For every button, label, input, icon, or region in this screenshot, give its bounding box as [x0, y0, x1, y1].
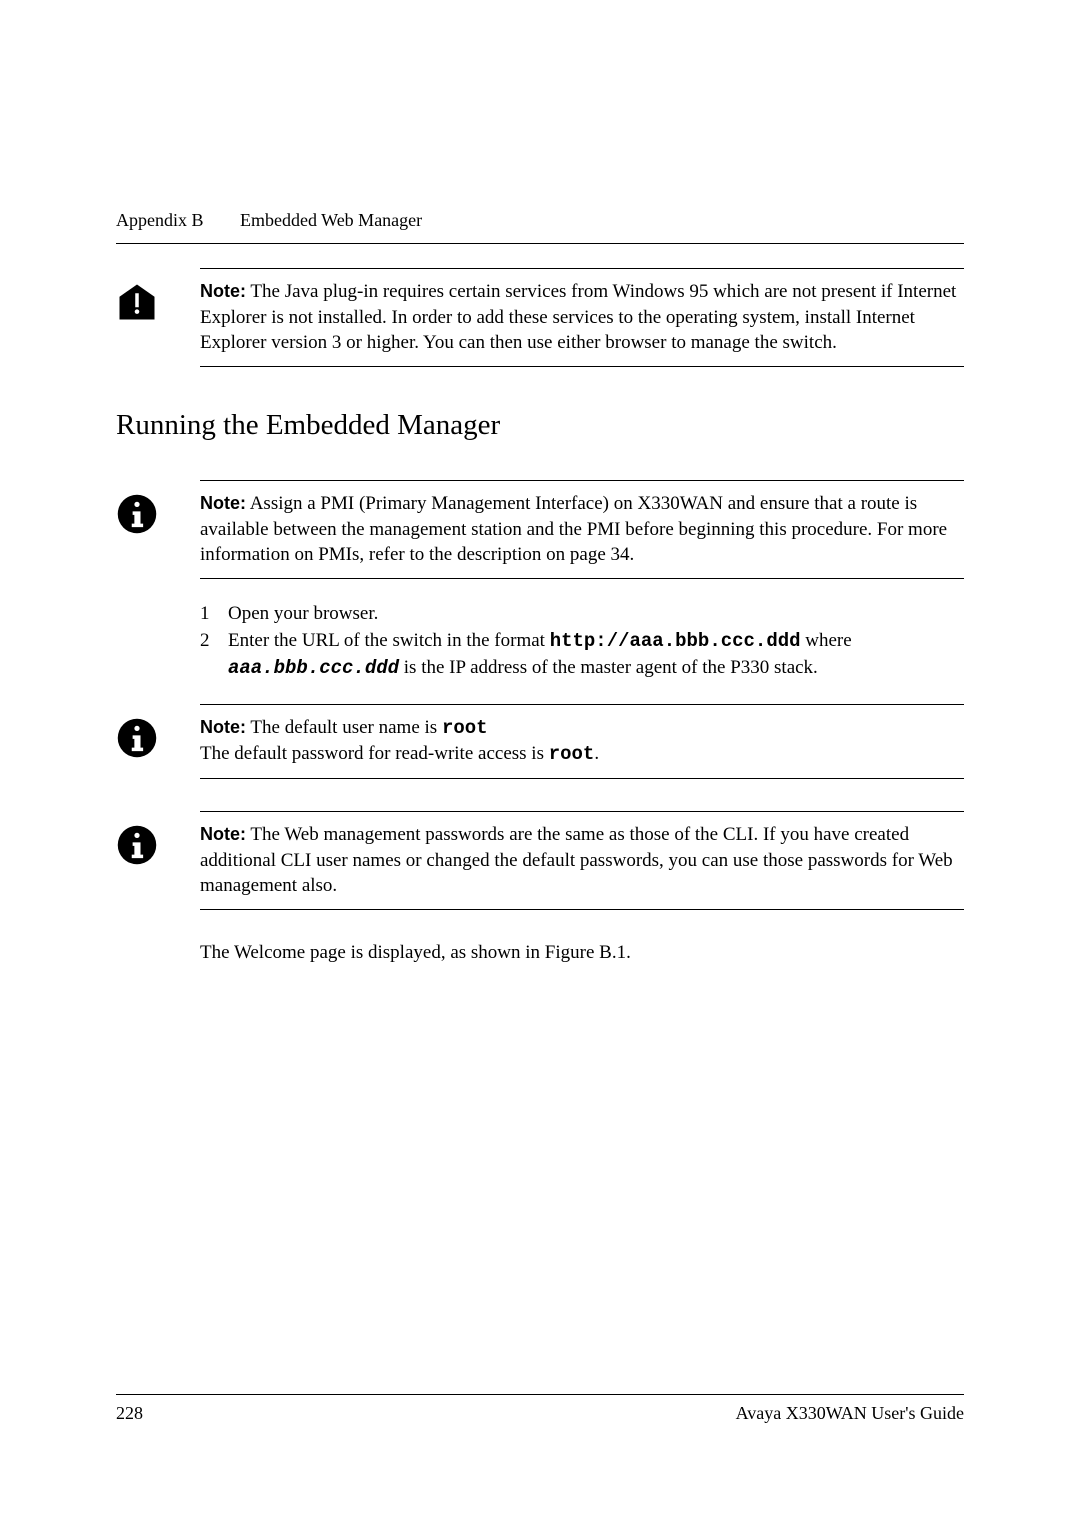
- step-body: Enter the URL of the switch in the forma…: [228, 628, 964, 681]
- note-block-info: Note: Assign a PMI (Primary Management I…: [116, 491, 964, 568]
- note-block-caution: Note: The Java plug-in requires certain …: [116, 279, 964, 356]
- list-item: 2 Enter the URL of the switch in the for…: [200, 628, 964, 681]
- info-icon: [116, 824, 158, 866]
- note-text: Note: The default user name is root The …: [200, 715, 964, 768]
- note-body: The Java plug-in requires certain servic…: [200, 281, 956, 353]
- note-line2a: The default password for read-write acce…: [200, 743, 549, 764]
- header-rule: [116, 243, 964, 244]
- info-icon: [116, 493, 158, 535]
- note-body: Assign a PMI (Primary Management Interfa…: [200, 493, 947, 565]
- list-item: 1 Open your browser.: [200, 601, 964, 627]
- note-top-rule: [200, 480, 964, 481]
- note-label: Note:: [200, 281, 246, 301]
- step-number: 1: [200, 601, 228, 627]
- page-number: 228: [116, 1403, 143, 1424]
- note-code: root: [442, 717, 488, 739]
- note-block-info: Note: The Web management passwords are t…: [116, 822, 964, 899]
- note-text: Note: Assign a PMI (Primary Management I…: [200, 491, 964, 568]
- caution-icon: [116, 281, 158, 323]
- page-header: Appendix B Embedded Web Manager: [116, 210, 964, 231]
- header-title: Embedded Web Manager: [240, 210, 422, 230]
- guide-title: Avaya X330WAN User's Guide: [736, 1403, 964, 1424]
- note-top-rule: [200, 811, 964, 812]
- appendix-label: Appendix B: [116, 210, 204, 230]
- note-bottom-rule: [200, 909, 964, 910]
- note-bottom-rule: [200, 578, 964, 579]
- note-bottom-rule: [200, 778, 964, 779]
- note-label: Note:: [200, 493, 246, 513]
- note-block-info: Note: The default user name is root The …: [116, 715, 964, 768]
- step-text: where: [805, 630, 851, 651]
- document-page: Appendix B Embedded Web Manager Note: Th…: [0, 0, 1080, 1528]
- note-top-rule: [200, 704, 964, 705]
- step-number: 2: [200, 628, 228, 681]
- note-body: The Web management passwords are the sam…: [200, 824, 953, 896]
- note-line1a: The default user name is: [250, 717, 442, 738]
- info-icon: [116, 717, 158, 759]
- footer-rule: [116, 1394, 964, 1395]
- note-label: Note:: [200, 717, 246, 737]
- page-footer: 228 Avaya X330WAN User's Guide: [116, 1394, 964, 1424]
- note-top-rule: [200, 268, 964, 269]
- step-text: is the IP address of the master agent of…: [404, 657, 818, 678]
- steps-list: 1 Open your browser. 2 Enter the URL of …: [200, 601, 964, 682]
- closing-text: The Welcome page is displayed, as shown …: [200, 942, 964, 964]
- note-text: Note: The Web management passwords are t…: [200, 822, 964, 899]
- step-text: Enter the URL of the switch in the forma…: [228, 630, 550, 651]
- note-bottom-rule: [200, 366, 964, 367]
- url-code: http://aaa.bbb.ccc.ddd: [550, 630, 801, 652]
- note-code: root: [549, 743, 595, 765]
- closing-line: The Welcome page is displayed, as shown …: [200, 942, 631, 963]
- note-text: Note: The Java plug-in requires certain …: [200, 279, 964, 356]
- step-body: Open your browser.: [228, 601, 964, 627]
- section-heading: Running the Embedded Manager: [116, 409, 964, 442]
- ip-placeholder: aaa.bbb.ccc.ddd: [228, 657, 399, 679]
- note-label: Note:: [200, 824, 246, 844]
- footer-row: 228 Avaya X330WAN User's Guide: [116, 1403, 964, 1424]
- note-line2c: .: [594, 743, 599, 764]
